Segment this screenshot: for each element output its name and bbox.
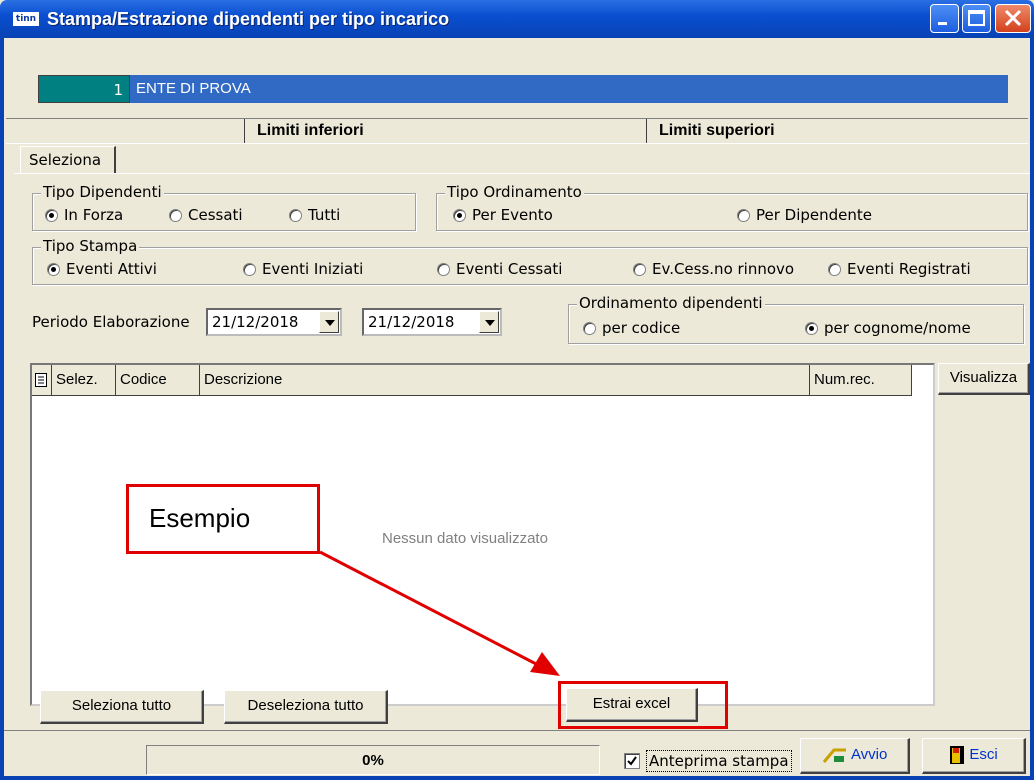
anteprima-stampa-label: Anteprima stampa — [646, 750, 792, 772]
deseleziona-tutto-button[interactable]: Deseleziona tutto — [224, 690, 388, 724]
avvio-button[interactable]: Avvio — [800, 738, 910, 774]
anteprima-stampa-checkbox[interactable]: Anteprima stampa — [624, 750, 792, 772]
esci-button[interactable]: Esci — [922, 738, 1026, 774]
seleziona-tutto-button[interactable]: Seleziona tutto — [40, 690, 204, 724]
avvio-icon — [822, 748, 846, 763]
progress-indicator: 0% — [146, 745, 600, 775]
callout-arrow — [319, 550, 560, 676]
checkbox-checked-icon — [624, 753, 640, 769]
highlight-box — [558, 681, 728, 729]
esci-label: Esci — [969, 746, 998, 763]
exit-door-icon — [950, 746, 965, 765]
avvio-label: Avvio — [850, 746, 888, 763]
